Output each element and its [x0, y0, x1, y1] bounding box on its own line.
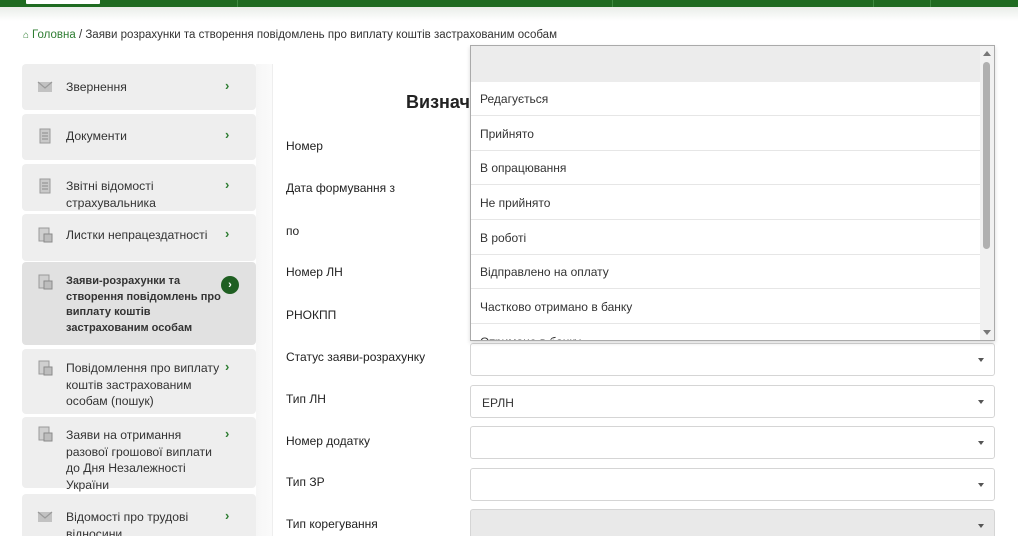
caret-down-icon: [978, 441, 984, 445]
dropdown-scrollbar[interactable]: [980, 46, 994, 340]
envelope-icon: [37, 81, 53, 92]
number-label: Номер: [286, 139, 323, 153]
dropdown-empty-option[interactable]: [471, 46, 981, 82]
document-icon: [39, 128, 51, 144]
status-select[interactable]: [470, 343, 995, 376]
navbar-divider: [873, 0, 874, 7]
scroll-up-icon[interactable]: [983, 51, 991, 56]
sidebar-item-label: Документи: [66, 129, 127, 143]
chevron-right-icon: ›: [225, 177, 230, 192]
dropdown-option[interactable]: Не прийнято: [471, 186, 981, 220]
logo[interactable]: [24, 0, 102, 6]
sidebar-item-appeals[interactable]: Звернення ›: [22, 64, 256, 110]
ln-type-label: Тип ЛН: [286, 392, 326, 406]
breadcrumb: ⌂ Головна / Заяви розрахунки та створення…: [23, 29, 557, 41]
document-icon: [39, 178, 51, 194]
attachment-number-label: Номер додатку: [286, 434, 370, 448]
sidebar-item-label: Звітні відомості страхувальника: [66, 179, 156, 210]
date-from-label: Дата формування з: [286, 181, 396, 195]
status-label: Статус заяви-розрахунку: [286, 350, 426, 364]
sidebar-item-label: Повідомлення про виплату коштів застрахо…: [66, 361, 220, 408]
status-dropdown-list: Редагується Прийнято В опрацювання Не пр…: [470, 45, 995, 341]
dropdown-option[interactable]: Частково отримано в банку: [471, 290, 981, 324]
panel-gutter: [256, 64, 272, 536]
zr-type-select[interactable]: [470, 468, 995, 501]
sidebar-item-label: Звернення: [66, 80, 127, 94]
scroll-down-icon[interactable]: [983, 330, 991, 335]
dropdown-option[interactable]: Прийнято: [471, 117, 981, 151]
chevron-right-icon: ›: [225, 78, 230, 93]
chevron-right-circle-icon: ›: [221, 276, 239, 294]
sick-leave-icon: [38, 360, 53, 376]
chevron-right-icon: ›: [225, 226, 230, 241]
caret-down-icon: [978, 358, 984, 362]
chevron-right-icon: ›: [225, 426, 230, 441]
dropdown-option[interactable]: Редагується: [471, 82, 981, 116]
caret-down-icon: [978, 400, 984, 404]
ln-type-select-value: ЕРЛН: [482, 396, 514, 410]
attachment-number-select[interactable]: [470, 426, 995, 459]
dropdown-option[interactable]: Отримано в банку: [471, 325, 981, 340]
sidebar-item-sick-leave[interactable]: Листки непрацездатності ›: [22, 214, 256, 261]
dropdown-option[interactable]: В роботі: [471, 221, 981, 255]
caret-down-icon: [978, 483, 984, 487]
sidebar-item-documents[interactable]: Документи ›: [22, 114, 256, 160]
sidebar-item-label: Листки непрацездатності: [66, 228, 208, 242]
sick-leave-icon: [38, 227, 53, 243]
ln-type-select[interactable]: ЕРЛН: [470, 385, 995, 418]
correction-type-select: [470, 509, 995, 536]
sidebar-item-payment-applications[interactable]: Заяви-розрахунки та створення повідомлен…: [22, 262, 256, 345]
sidebar-item-label: Заяви-розрахунки та створення повідомлен…: [66, 275, 221, 334]
home-icon: ⌂: [23, 30, 30, 41]
top-navbar: [0, 0, 1018, 7]
scrollbar-thumb[interactable]: [983, 62, 990, 249]
navbar-shadow: [0, 7, 1018, 21]
sidebar-item-payment-notices-search[interactable]: Повідомлення про виплату коштів застрахо…: [22, 349, 256, 414]
breadcrumb-home-link[interactable]: Головна: [32, 29, 76, 41]
navbar-divider: [930, 0, 931, 7]
chevron-right-icon: ›: [225, 127, 230, 142]
navbar-divider: [237, 0, 238, 7]
envelope-icon: [37, 511, 53, 522]
breadcrumb-current: Заяви розрахунки та створення повідомлен…: [85, 29, 557, 41]
breadcrumb-separator: /: [78, 29, 83, 41]
dropdown-option[interactable]: Відправлено на оплату: [471, 255, 981, 289]
correction-type-label: Тип корегування: [286, 517, 378, 531]
rnokpp-label: РНОКПП: [286, 308, 337, 322]
sidebar-item-label: Відомості про трудові відносини: [66, 510, 189, 536]
sidebar-item-label: Заяви на отримання разової грошової випл…: [66, 428, 212, 492]
chevron-right-icon: ›: [225, 359, 230, 374]
zr-type-label: Тип ЗР: [286, 475, 325, 489]
sidebar-item-employment-records[interactable]: Відомості про трудові відносини ›: [22, 494, 256, 536]
sidebar-item-independence-day-payment[interactable]: Заяви на отримання разової грошової випл…: [22, 417, 256, 492]
date-to-label: по: [286, 224, 300, 238]
chevron-right-icon: ›: [225, 508, 230, 523]
ln-number-label: Номер ЛН: [286, 265, 343, 279]
navbar-divider: [612, 0, 613, 7]
sidebar-item-employer-reports[interactable]: Звітні відомості страхувальника ›: [22, 164, 256, 211]
sick-leave-icon: [38, 426, 53, 442]
sick-leave-icon: [38, 274, 53, 290]
caret-down-icon: [978, 524, 984, 528]
page-title: Визнач: [406, 92, 470, 112]
dropdown-option[interactable]: В опрацювання: [471, 151, 981, 185]
sidebar-menu: Звернення › Документи › Звітні відомості…: [22, 64, 256, 536]
